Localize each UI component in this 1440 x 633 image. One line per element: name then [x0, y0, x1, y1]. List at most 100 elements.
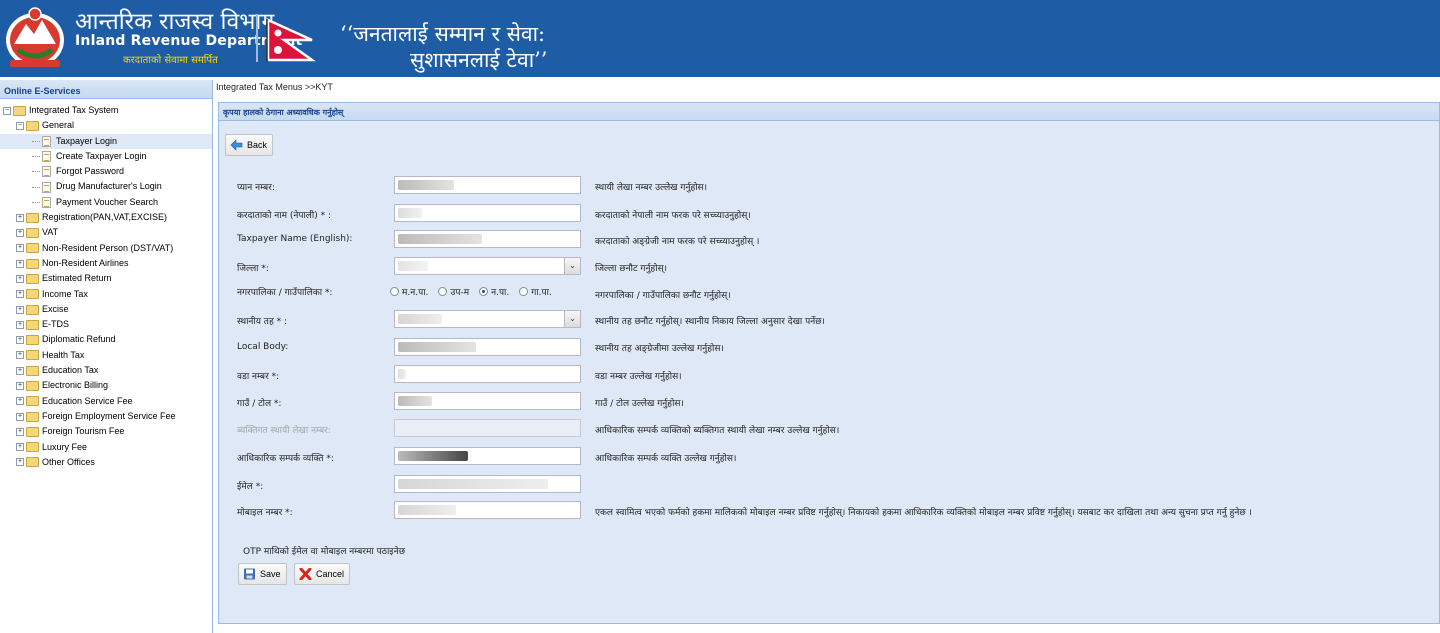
contact-person-hint: आधिकारिक सम्पर्क व्यक्ति उल्लेख गर्नुहोस…: [595, 454, 737, 464]
email-field[interactable]: [394, 475, 581, 493]
folder-icon: [26, 426, 39, 437]
radio-icon[interactable]: [519, 287, 529, 296]
radio-upamahanagarpalika[interactable]: उप-म: [438, 285, 469, 298]
tree-node-foreign-employment-service-fee[interactable]: + Foreign Employment Service Fee: [0, 409, 212, 424]
tree-node-label: General: [42, 120, 75, 131]
contact-person-label: आधिकारिक सम्पर्क व्यक्ति *:: [237, 454, 334, 464]
municipality-radio-group: म.न.पा. उप-म न.पा. गा.पा.: [390, 285, 552, 298]
tree-item-label: Forgot Password: [56, 166, 125, 177]
tree-node-registration[interactable]: + Registration(PAN,VAT,EXCISE): [0, 210, 212, 225]
tree-node-health-tax[interactable]: + Health Tax: [0, 348, 212, 363]
expand-icon[interactable]: +: [16, 397, 24, 406]
radio-icon[interactable]: [390, 287, 399, 296]
collapse-icon[interactable]: −: [16, 121, 24, 130]
tree-node-diplomatic-refund[interactable]: + Diplomatic Refund: [0, 332, 212, 347]
tree-node-integrated-tax-system[interactable]: − Integrated Tax System: [0, 103, 212, 118]
district-select[interactable]: ⌄: [394, 257, 581, 275]
back-button[interactable]: Back: [225, 134, 274, 156]
tree-node-foreign-tourism-fee[interactable]: + Foreign Tourism Fee: [0, 424, 212, 439]
nepal-flag-icon: [266, 18, 316, 62]
folder-icon: [26, 365, 39, 376]
radio-icon[interactable]: [438, 287, 448, 296]
motto-line-1: ‘‘जनतालाई सम्मान र सेवा:: [340, 22, 546, 46]
radio-gaunpalika[interactable]: गा.पा.: [519, 285, 552, 298]
mobile-field[interactable]: [394, 501, 581, 519]
expand-icon[interactable]: +: [16, 336, 24, 345]
tree-node-label: Other Offices: [42, 456, 95, 467]
tree-node-general[interactable]: − General: [0, 118, 212, 133]
tree-node-label: Non-Resident Person (DST/VAT): [42, 242, 174, 253]
expand-icon[interactable]: +: [16, 259, 24, 268]
cancel-button[interactable]: Cancel: [294, 563, 351, 585]
tree-node-label: Estimated Return: [42, 273, 112, 284]
local-level-label: स्थानीय तह * :: [237, 317, 287, 327]
tree-node-excise[interactable]: + Excise: [0, 302, 212, 317]
tree-item-forgot-password[interactable]: Forgot Password: [0, 164, 212, 179]
tree-item-label: Create Taxpayer Login: [56, 150, 147, 161]
expand-icon[interactable]: +: [16, 290, 24, 299]
tree-node-label: Electronic Billing: [42, 380, 109, 391]
tree-node-income-tax[interactable]: + Income Tax: [0, 287, 212, 302]
tree-item-payment-voucher-search[interactable]: Payment Voucher Search: [0, 195, 212, 210]
tree-item-drug-manufacturer-login[interactable]: Drug Manufacturer's Login: [0, 179, 212, 194]
expand-icon[interactable]: +: [16, 427, 24, 436]
tree-node-education-tax[interactable]: + Education Tax: [0, 363, 212, 378]
personal-pan-hint: आधिकारिक सम्पर्क व्यक्तिको ब्यक्तिगत स्थ…: [595, 426, 840, 436]
name-en-hint: करदाताको अङ्ग्रेजी नाम फरक परे सच्च्याउन…: [595, 237, 760, 247]
expand-icon[interactable]: +: [16, 458, 24, 467]
district-hint: जिल्ला छनौट गर्नुहोस्।: [595, 264, 668, 274]
pan-label: प्यान नम्बर:: [237, 183, 275, 193]
back-arrow-icon: [230, 139, 243, 151]
radio-nagarpalika[interactable]: न.पा.: [479, 285, 509, 298]
chevron-down-icon[interactable]: ⌄: [564, 311, 580, 327]
tole-hint: गाउँ / टोल उल्लेख गर्नुहोस।: [595, 399, 684, 409]
expand-icon[interactable]: +: [16, 443, 24, 452]
name-np-field[interactable]: [394, 204, 581, 222]
department-tagline: करदाताको सेवामा समर्पित: [123, 55, 218, 66]
tole-field[interactable]: [394, 392, 581, 410]
folder-open-icon: [13, 105, 26, 116]
expand-icon[interactable]: +: [16, 412, 24, 421]
tree-node-estimated-return[interactable]: + Estimated Return: [0, 271, 212, 286]
contact-person-field[interactable]: [394, 447, 581, 465]
radio-selected-icon[interactable]: [479, 287, 489, 296]
tree-item-create-taxpayer-login[interactable]: Create Taxpayer Login: [0, 149, 212, 164]
department-name-nepali: आन्तरिक राजस्व विभाग: [75, 9, 275, 35]
expand-icon[interactable]: +: [16, 274, 24, 283]
tree-node-label: Income Tax: [42, 288, 88, 299]
local-level-select[interactable]: ⌄: [394, 310, 581, 328]
ward-field[interactable]: [394, 365, 581, 383]
tree-node-luxury-fee[interactable]: + Luxury Fee: [0, 440, 212, 455]
expand-icon[interactable]: +: [16, 244, 24, 253]
collapse-icon[interactable]: −: [3, 106, 11, 115]
expand-icon[interactable]: +: [16, 381, 24, 390]
name-en-field[interactable]: [394, 230, 581, 248]
tree-node-education-service-fee[interactable]: + Education Service Fee: [0, 394, 212, 409]
folder-icon: [26, 304, 39, 315]
expand-icon[interactable]: +: [16, 366, 24, 375]
tree-node-non-resident-person[interactable]: + Non-Resident Person (DST/VAT): [0, 241, 212, 256]
radio-mahanagarpalika[interactable]: म.न.पा.: [390, 285, 428, 298]
tree-item-label: Payment Voucher Search: [56, 196, 159, 207]
tree-node-electronic-billing[interactable]: + Electronic Billing: [0, 378, 212, 393]
tree-node-other-offices[interactable]: + Other Offices: [0, 455, 212, 470]
tree-node-vat[interactable]: + VAT: [0, 225, 212, 240]
form-body: Back प्यान नम्बर: स्थायी लेखा नम्बर उल्ल…: [219, 123, 1439, 623]
local-body-field[interactable]: [394, 338, 581, 356]
tree-node-non-resident-airlines[interactable]: + Non-Resident Airlines: [0, 256, 212, 271]
tree-node-label: Health Tax: [42, 349, 85, 360]
expand-icon[interactable]: +: [16, 351, 24, 360]
expand-icon[interactable]: +: [16, 320, 24, 329]
tree-item-taxpayer-login[interactable]: Taxpayer Login: [0, 133, 212, 149]
folder-icon: [26, 411, 39, 422]
pan-field[interactable]: [394, 176, 581, 194]
expand-icon[interactable]: +: [16, 213, 24, 222]
expand-icon[interactable]: +: [16, 305, 24, 314]
expand-icon[interactable]: +: [16, 229, 24, 238]
tree-node-e-tds[interactable]: + E-TDS: [0, 317, 212, 332]
chevron-down-icon[interactable]: ⌄: [564, 258, 580, 274]
local-level-hint: स्थानीय तह छनौट गर्नुहोस्। स्थानीय निकाय…: [595, 317, 825, 327]
save-button[interactable]: Save: [238, 563, 287, 585]
otp-note: OTP माथिको ईमेल वा मोबाइल नम्बरमा पठाइने…: [243, 547, 406, 557]
motto-line-2: सुशासनलाई टेवा’’: [410, 48, 548, 72]
